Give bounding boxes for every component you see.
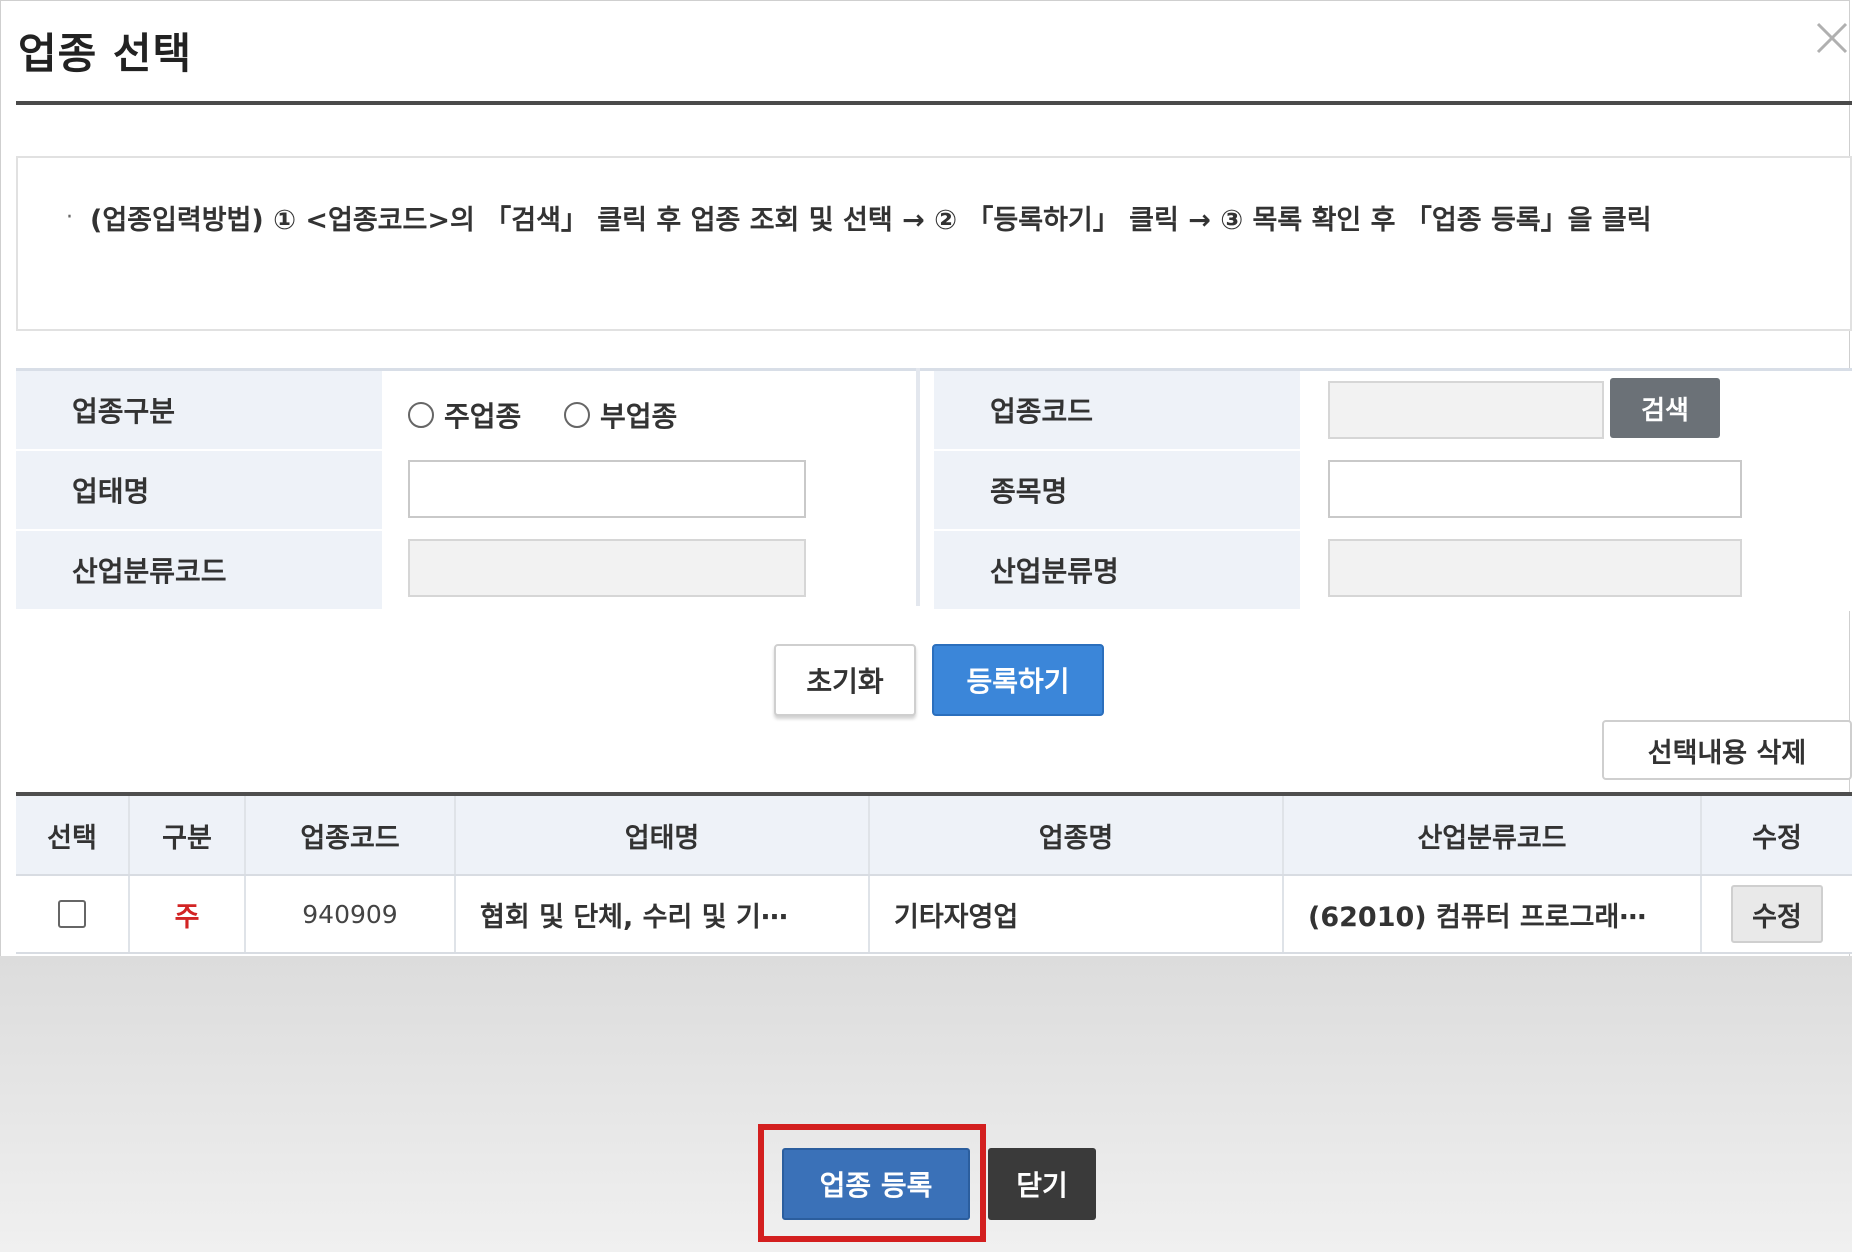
row-biz-code: 940909 [246, 876, 456, 952]
biz-code-input[interactable] [1328, 381, 1604, 439]
row-checkbox[interactable] [58, 900, 86, 928]
header-biz-code: 업종코드 [246, 796, 456, 874]
radio-sub-label: 부업종 [600, 400, 678, 433]
item-name-label: 종목명 [934, 451, 1300, 529]
industry-code-label: 산업분류코드 [16, 531, 382, 609]
biz-type-label: 업종구분 [16, 371, 382, 449]
row-business-name: 협회 및 단체, 수리 및 기⋯ [456, 876, 870, 952]
radio-sub-business[interactable]: 부업종 [564, 395, 677, 435]
add-button[interactable]: 등록하기 [932, 644, 1104, 716]
delete-selected-button[interactable]: 선택내용 삭제 [1602, 720, 1852, 780]
industry-code-input[interactable] [408, 539, 806, 597]
title-divider [16, 101, 1852, 105]
dialog-title: 업종 선택 [18, 29, 193, 78]
biz-code-label: 업종코드 [934, 371, 1300, 449]
biz-form: 업종구분 주업종 부업종 업종코드 업태명 종목명 산업분류코드 산업분류명 [16, 368, 1852, 611]
header-item-name: 업종명 [870, 796, 1284, 874]
edit-button[interactable]: 수정 [1731, 885, 1823, 943]
industry-name-input[interactable] [1328, 539, 1742, 597]
notice-bullet: · [66, 205, 73, 230]
close-button[interactable]: 닫기 [988, 1148, 1096, 1220]
form-row-names: 업태명 종목명 [16, 451, 1852, 531]
notice-text: (업종입력방법) ① <업종코드>의 「검색」 클릭 후 업종 조회 및 선택 … [90, 205, 1652, 236]
radio-circle[interactable] [408, 402, 434, 428]
radio-main-label: 주업종 [444, 400, 522, 433]
row-select-cell [16, 876, 130, 952]
business-name-input[interactable] [408, 460, 806, 518]
form-row-industry: 산업분류코드 산업분류명 [16, 531, 1852, 611]
row-type: 주 [130, 876, 246, 952]
header-business-name: 업태명 [456, 796, 870, 874]
header-edit: 수정 [1752, 822, 1802, 854]
row-edit-cell: 수정 [1702, 876, 1852, 952]
industry-name-label: 산업분류명 [934, 531, 1300, 609]
table-row: 주 940909 협회 및 단체, 수리 및 기⋯ 기타자영업 (62010) … [16, 876, 1852, 954]
radio-main-business[interactable]: 주업종 [408, 395, 521, 435]
business-name-label: 업태명 [16, 451, 382, 529]
header-select: 선택 [16, 796, 130, 874]
close-icon[interactable] [1812, 18, 1852, 68]
header-industry-code: 산업분류코드 [1284, 796, 1702, 874]
register-business-button[interactable]: 업종 등록 [782, 1148, 970, 1220]
radio-circle[interactable] [564, 402, 590, 428]
row-industry-code: (62010) 컴퓨터 프로그래⋯ [1284, 876, 1702, 952]
item-name-input[interactable] [1328, 460, 1742, 518]
row-item-name: 기타자영업 [870, 876, 1284, 952]
reset-button[interactable]: 초기화 [774, 644, 916, 716]
search-button[interactable]: 검색 [1610, 378, 1720, 438]
form-row-type: 업종구분 주업종 부업종 업종코드 [16, 371, 1852, 451]
header-type: 구분 [130, 796, 246, 874]
table-header: 선택 구분 업종코드 업태명 업종명 산업분류코드 수정 [16, 796, 1852, 876]
form-column-divider [916, 368, 920, 606]
notice-box [16, 156, 1852, 331]
